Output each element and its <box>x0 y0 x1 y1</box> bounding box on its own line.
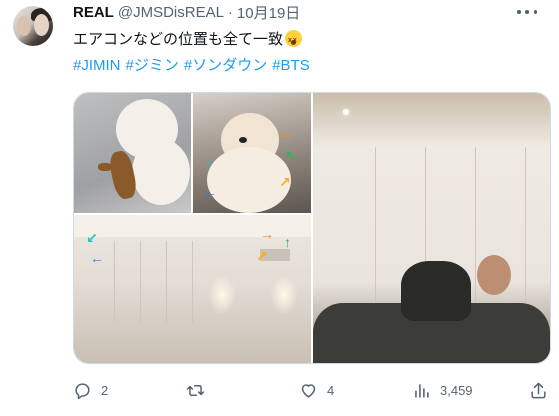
like-count: 4 <box>327 382 335 398</box>
views-count: 3,459 <box>440 382 473 398</box>
more-options-icon[interactable] <box>517 4 537 20</box>
repost-icon <box>186 384 205 396</box>
tweet-actions: 2 4 3,459 <box>73 378 549 402</box>
separator-dot: · <box>227 3 233 21</box>
photo-person-on-sofa[interactable] <box>313 93 550 363</box>
photo-pomeranian[interactable]: ← ↖ ↓ ← ↗ <box>193 93 311 213</box>
hashtag-link[interactable]: #BTS <box>272 57 310 74</box>
tweet-date[interactable]: 10月19日 <box>237 2 300 23</box>
hashtag-link[interactable]: #JIMIN <box>73 57 121 74</box>
tweet-text: エアコンなどの位置も全て一致 <box>73 30 303 51</box>
views-button[interactable]: 3,459 <box>412 378 473 402</box>
hashtag-link[interactable]: #ソンダウン <box>184 57 267 74</box>
photo-room-interior[interactable]: ↙ ← → ↑ ↗ <box>74 215 311 363</box>
hashtags: #JIMIN #ジミン #ソンダウン #BTS <box>73 56 315 76</box>
views-icon <box>415 383 429 398</box>
reply-icon <box>75 382 90 399</box>
avatar[interactable] <box>13 6 53 46</box>
heart-icon <box>301 383 316 398</box>
photo-puppy-with-toy[interactable] <box>74 93 191 213</box>
dizzy-face-emoji-icon <box>285 30 303 51</box>
author-handle[interactable]: @JMSDisREAL <box>118 4 224 21</box>
reply-count: 2 <box>101 382 109 398</box>
tweet-text-body: エアコンなどの位置も全て一致 <box>73 31 284 48</box>
media-grid: ← ↖ ↓ ← ↗ ↙ ← → ↑ ↗ <box>73 92 551 364</box>
like-button[interactable]: 4 <box>299 378 334 402</box>
repost-button[interactable] <box>186 378 214 402</box>
author-name[interactable]: REAL <box>73 4 114 21</box>
hashtag-link[interactable]: #ジミン <box>126 57 179 74</box>
tweet-header: REAL @JMSDisREAL · 10月19日 <box>73 2 300 22</box>
share-icon <box>531 382 546 398</box>
reply-button[interactable]: 2 <box>73 378 108 402</box>
share-button[interactable] <box>529 378 548 402</box>
